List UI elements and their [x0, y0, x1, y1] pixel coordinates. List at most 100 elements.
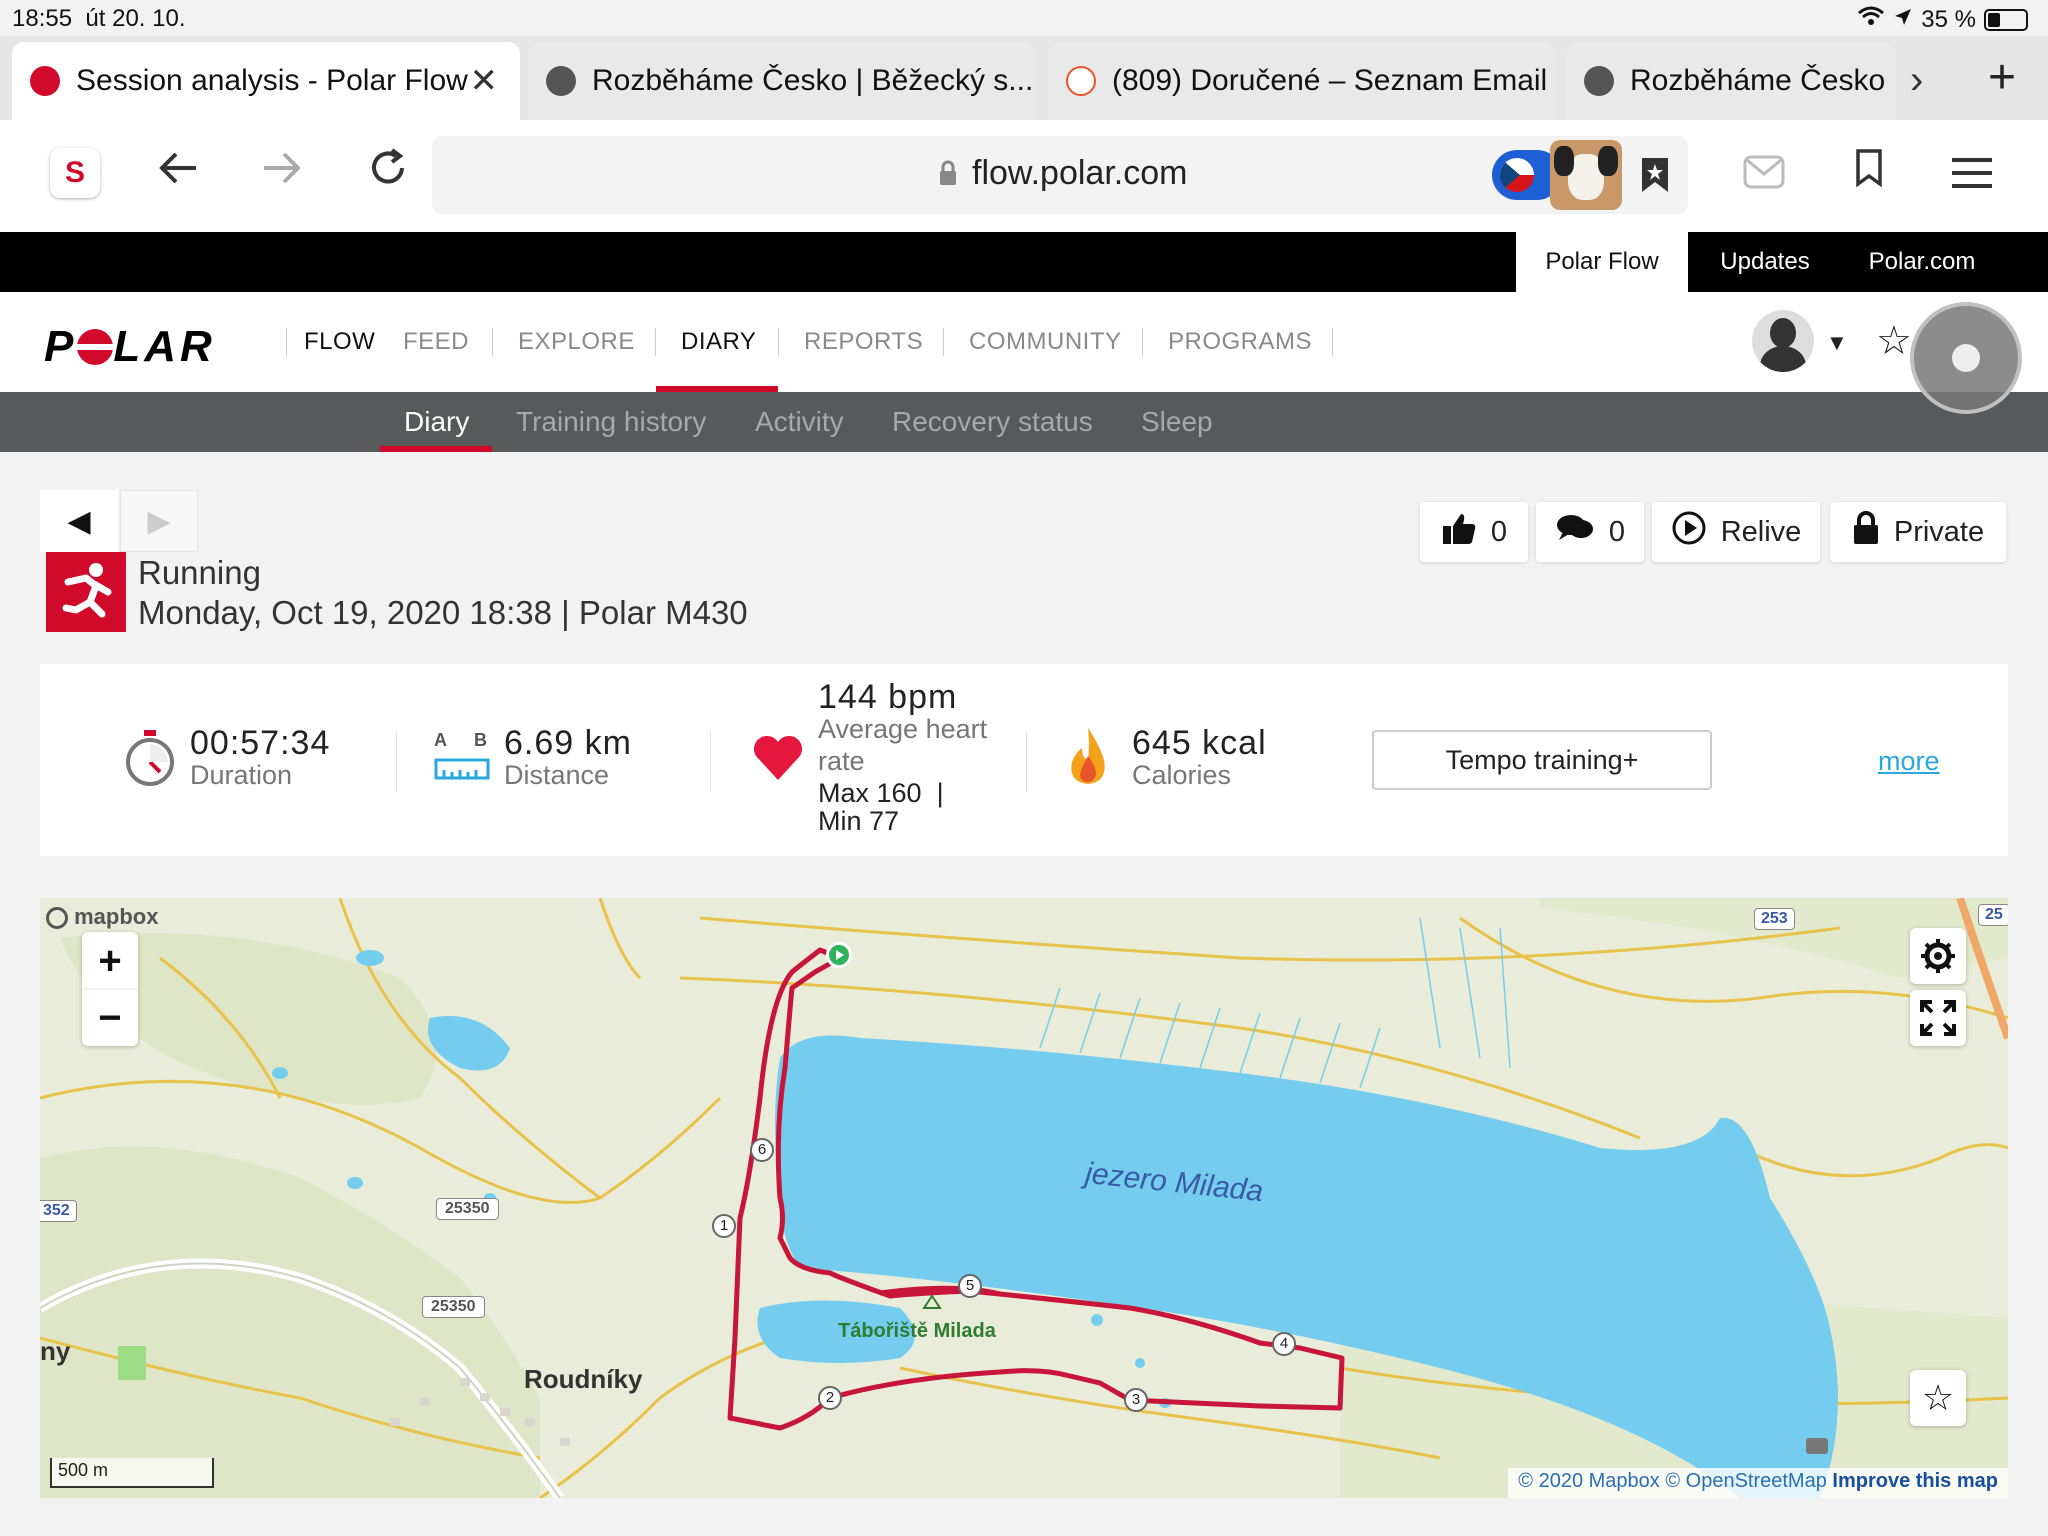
location-arrow-icon: [1893, 6, 1913, 34]
relive-label: Relive: [1720, 515, 1802, 548]
polar-main-nav: P LAR FLOW FEED EXPLORE DIARY REPORTS COM…: [0, 292, 2048, 414]
attribution-mapbox-link[interactable]: © 2020 Mapbox: [1518, 1470, 1660, 1492]
assistive-touch-button[interactable]: [1910, 302, 2022, 414]
tab-rozbehame-cesko-2[interactable]: Rozběháme Česko: [1566, 42, 1896, 120]
more-link[interactable]: more: [1878, 746, 1940, 777]
nav-flow[interactable]: FLOW: [304, 328, 375, 356]
town-label-partial: ny: [40, 1336, 71, 1366]
polar-logo[interactable]: P LAR: [44, 322, 216, 372]
seznam-logo-icon[interactable]: S: [50, 148, 100, 198]
browser-toolbar: S flow.polar.com: [0, 120, 2048, 232]
play-circle-icon: [1671, 510, 1707, 554]
hamburger-menu-icon[interactable]: [1950, 152, 1994, 200]
waypoint-marker[interactable]: 1: [712, 1214, 736, 1238]
subnav-active-indicator: [380, 446, 492, 452]
heart-icon: [752, 734, 804, 787]
dog-avatar-icon[interactable]: [1550, 140, 1622, 210]
subnav-training-history[interactable]: Training history: [516, 406, 706, 438]
nav-diary[interactable]: DIARY: [681, 328, 756, 356]
nav-reports[interactable]: REPORTS: [804, 328, 923, 356]
close-icon[interactable]: ✕: [470, 61, 499, 101]
mail-icon[interactable]: [1742, 152, 1786, 200]
campsite-icon: [922, 1294, 942, 1315]
polar-favicon-icon: [30, 66, 60, 96]
heart-rate-value: 144 bpm: [818, 678, 958, 716]
waypoint-marker[interactable]: 2: [818, 1386, 842, 1410]
session-summary: 00:57:34 Duration A B 6.69 km Distance 1…: [40, 664, 2008, 856]
favorite-route-star-icon[interactable]: ☆: [1910, 1370, 1966, 1426]
subnav-activity[interactable]: Activity: [755, 406, 844, 438]
tab-label: Rozběháme Česko: [1630, 64, 1886, 97]
training-benefit-button[interactable]: Tempo training+: [1372, 730, 1712, 790]
tab-label: Session analysis - Polar Flow: [76, 64, 468, 97]
waypoint-marker[interactable]: 6: [750, 1138, 774, 1162]
privacy-button[interactable]: Private: [1830, 502, 2006, 562]
like-button[interactable]: 0: [1420, 502, 1528, 562]
stopwatch-icon: [124, 728, 176, 793]
chevron-right-icon[interactable]: ›: [1910, 58, 1923, 103]
forward-arrow-icon[interactable]: [260, 146, 304, 200]
diary-subnav: Diary Training history Activity Recovery…: [0, 392, 2048, 452]
subnav-sleep[interactable]: Sleep: [1141, 406, 1213, 438]
improve-map-link[interactable]: Improve this map: [1832, 1470, 1998, 1492]
start-marker[interactable]: [826, 942, 852, 968]
comment-button[interactable]: 0: [1536, 502, 1644, 562]
nav-feed[interactable]: FEED: [403, 328, 469, 356]
link-polar-flow[interactable]: Polar Flow: [1516, 232, 1688, 292]
relive-button[interactable]: Relive: [1652, 502, 1820, 562]
padlock-icon: [1852, 511, 1880, 553]
route-map[interactable]: mapbox jezero Milada Tábořiště Milada Ro…: [40, 898, 2008, 1498]
distance-label: Distance: [504, 760, 610, 790]
tab-seznam-email[interactable]: (809) Doručené – Seznam Email: [1048, 42, 1556, 120]
new-tab-plus-icon[interactable]: +: [1988, 50, 2016, 105]
subnav-recovery-status[interactable]: Recovery status: [892, 406, 1093, 438]
tab-rozbehame-cesko[interactable]: Rozběháme Česko | Běžecký s...: [528, 42, 1036, 120]
town-label: Roudníky: [524, 1364, 643, 1394]
previous-session-button[interactable]: ◀: [40, 490, 118, 552]
zoom-in-button[interactable]: +: [82, 932, 138, 990]
map-settings-gear-icon[interactable]: [1910, 928, 1966, 984]
status-right: 35 %: [1857, 5, 2028, 34]
link-updates[interactable]: Updates: [1690, 232, 1840, 292]
road-shield: 25350: [422, 1296, 485, 1318]
seznam-icon: [1066, 66, 1096, 96]
session-date-device: Monday, Oct 19, 2020 18:38 | Polar M430: [138, 594, 748, 631]
caret-down-icon[interactable]: ▼: [1826, 330, 1848, 356]
zoom-out-button[interactable]: −: [82, 990, 138, 1046]
bookmark-star-icon[interactable]: [1640, 156, 1670, 199]
comment-bubbles-icon: [1555, 512, 1595, 552]
distance-value: 6.69 km: [504, 724, 632, 762]
back-arrow-icon[interactable]: [156, 146, 200, 200]
tab-label: Rozběháme Česko | Běžecký s...: [592, 64, 1034, 97]
bookmarks-icon[interactable]: [1854, 148, 1884, 198]
tab-session-analysis[interactable]: Session analysis - Polar Flow ✕: [12, 42, 520, 120]
duration-value: 00:57:34: [190, 724, 331, 762]
waypoint-marker[interactable]: 5: [958, 1274, 982, 1298]
status-time: 18:55 út 20. 10.: [12, 5, 186, 32]
battery-icon: [1984, 8, 2028, 31]
heart-rate-label-2: rate: [818, 746, 865, 776]
camera-icon: [1806, 1438, 1828, 1454]
tab-label: (809) Doručené – Seznam Email: [1112, 64, 1548, 97]
link-polar-com[interactable]: Polar.com: [1842, 232, 2002, 292]
nav-community[interactable]: COMMUNITY: [969, 328, 1121, 356]
flame-icon: [1066, 726, 1110, 791]
star-icon[interactable]: ☆: [1876, 318, 1912, 364]
like-count: 0: [1490, 515, 1508, 548]
map-canvas[interactable]: [40, 898, 2008, 1498]
waypoint-marker[interactable]: 4: [1272, 1332, 1296, 1356]
waypoint-marker[interactable]: 3: [1124, 1388, 1148, 1412]
battery-percent: 35 %: [1921, 5, 1976, 33]
attribution-osm-link[interactable]: © OpenStreetMap: [1665, 1470, 1826, 1492]
subnav-diary[interactable]: Diary: [404, 406, 469, 438]
nav-explore[interactable]: EXPLORE: [518, 328, 635, 356]
avatar[interactable]: [1752, 310, 1814, 372]
privacy-label: Private: [1893, 515, 1985, 548]
next-session-button[interactable]: ▶: [120, 490, 198, 552]
fullscreen-icon[interactable]: [1910, 990, 1966, 1046]
address-bar[interactable]: flow.polar.com: [432, 136, 1688, 214]
nav-programs[interactable]: PROGRAMS: [1168, 328, 1312, 356]
mapbox-logo[interactable]: mapbox: [46, 904, 158, 930]
reload-icon[interactable]: [366, 146, 410, 200]
map-scale: 500 m: [50, 1458, 214, 1488]
